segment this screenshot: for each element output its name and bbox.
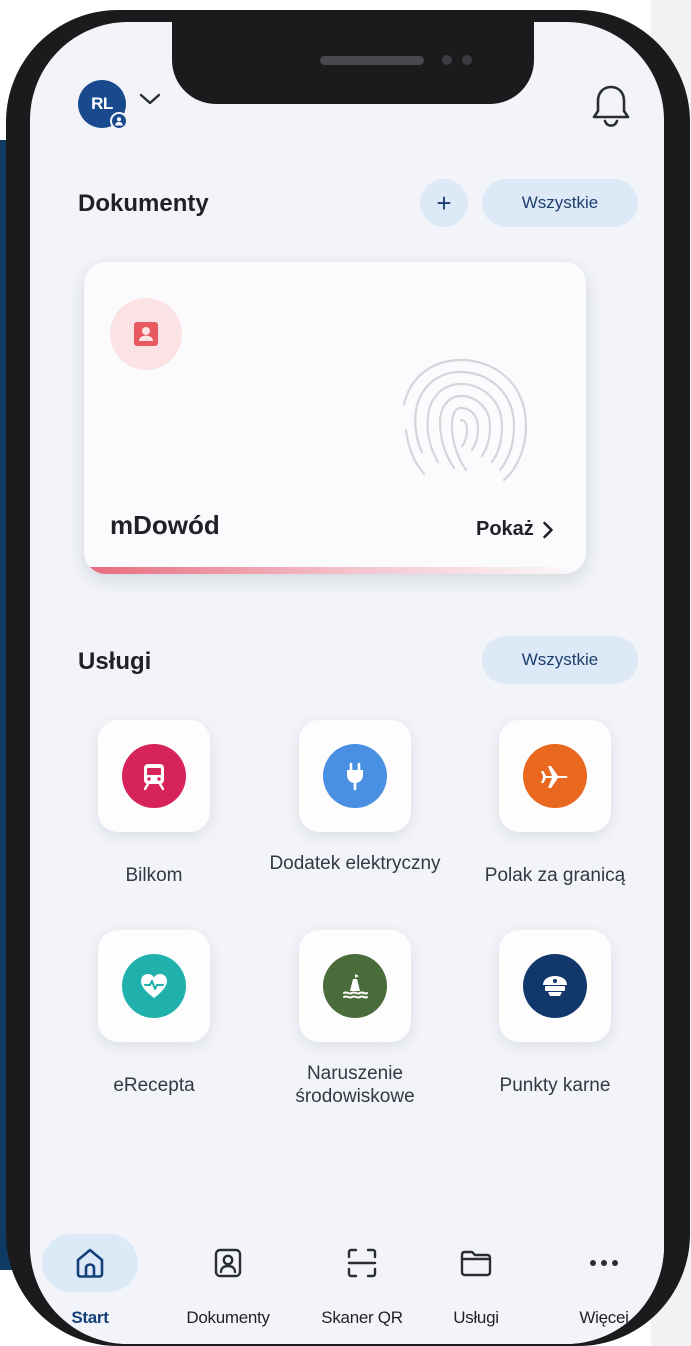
service-tile-dodatek-elektryczny[interactable]	[299, 720, 411, 832]
show-label: Pokaż	[476, 518, 534, 540]
add-document-button[interactable]: +	[420, 179, 468, 227]
folder-icon	[428, 1234, 524, 1292]
services-section-title: Usługi	[78, 648, 152, 675]
nav-label: Więcej	[579, 1308, 629, 1327]
service-label: eRecepta	[113, 1075, 195, 1096]
app-screen: RL Dokumenty + Wszystkie mDowód Pokaż Us…	[30, 22, 664, 1344]
nav-item-wiecej[interactable]: Więcej	[556, 1234, 652, 1328]
service-tile-polak-za-granica[interactable]	[499, 720, 611, 832]
fingerprint-icon	[402, 358, 528, 482]
nav-label: Usługi	[453, 1308, 499, 1327]
camera-dot	[462, 55, 472, 65]
services-all-button[interactable]: Wszystkie	[482, 636, 638, 684]
service-tile-naruszenie-srodowiskowe[interactable]	[299, 930, 411, 1042]
service-label: Punkty karne	[499, 1075, 611, 1096]
service-label: Dodatek elektryczny	[269, 853, 441, 874]
camera-dot	[442, 55, 452, 65]
service-tile-punkty-karne[interactable]	[499, 930, 611, 1042]
service-tile-bilkom[interactable]	[98, 720, 210, 832]
home-icon	[42, 1234, 138, 1292]
service-label: Polak za granicą	[484, 865, 626, 886]
nav-label: Skaner QR	[321, 1308, 403, 1327]
plug-icon	[323, 744, 387, 808]
documents-section-title: Dokumenty	[78, 190, 209, 217]
nav-item-skaner-qr[interactable]: Skaner QR	[314, 1234, 410, 1328]
service-label: Bilkom	[125, 865, 183, 886]
phone-notch	[172, 22, 534, 104]
chevron-down-icon[interactable]	[138, 92, 162, 111]
chevron-right-icon	[543, 521, 553, 538]
more-dots-icon	[556, 1234, 652, 1292]
nav-item-uslugi[interactable]: Usługi	[428, 1234, 524, 1328]
nav-item-dokumenty[interactable]: Dokumenty	[180, 1234, 276, 1328]
document-name: mDowód	[110, 510, 220, 540]
speaker-grille	[320, 56, 424, 65]
document-person-icon	[180, 1234, 276, 1292]
card-accent-stripe	[84, 567, 586, 574]
train-icon	[122, 744, 186, 808]
qr-scanner-icon	[314, 1234, 410, 1292]
nav-label: Start	[71, 1308, 109, 1327]
id-card-icon	[110, 298, 182, 370]
service-tile-erecepta[interactable]	[98, 930, 210, 1042]
buoy-water-icon	[323, 954, 387, 1018]
bottom-nav: Start Dokumenty Skaner QR Usługi Więcej	[30, 1234, 664, 1344]
show-document-link[interactable]: Pokaż	[476, 518, 554, 541]
nav-item-start[interactable]: Start	[42, 1234, 138, 1328]
nav-label: Dokumenty	[186, 1308, 270, 1327]
police-cap-icon	[523, 954, 587, 1018]
mdowod-card[interactable]: mDowód Pokaż	[84, 262, 586, 574]
plane-icon	[523, 744, 587, 808]
avatar-initials: RL	[91, 94, 113, 113]
heart-pulse-icon	[122, 954, 186, 1018]
service-label: Naruszenie środowiskowe	[295, 1063, 415, 1107]
bell-icon[interactable]	[590, 82, 632, 133]
user-badge-icon	[110, 112, 128, 130]
avatar[interactable]: RL	[78, 80, 128, 130]
documents-all-button[interactable]: Wszystkie	[482, 179, 638, 227]
phone-frame: RL Dokumenty + Wszystkie mDowód Pokaż Us…	[6, 10, 690, 1346]
